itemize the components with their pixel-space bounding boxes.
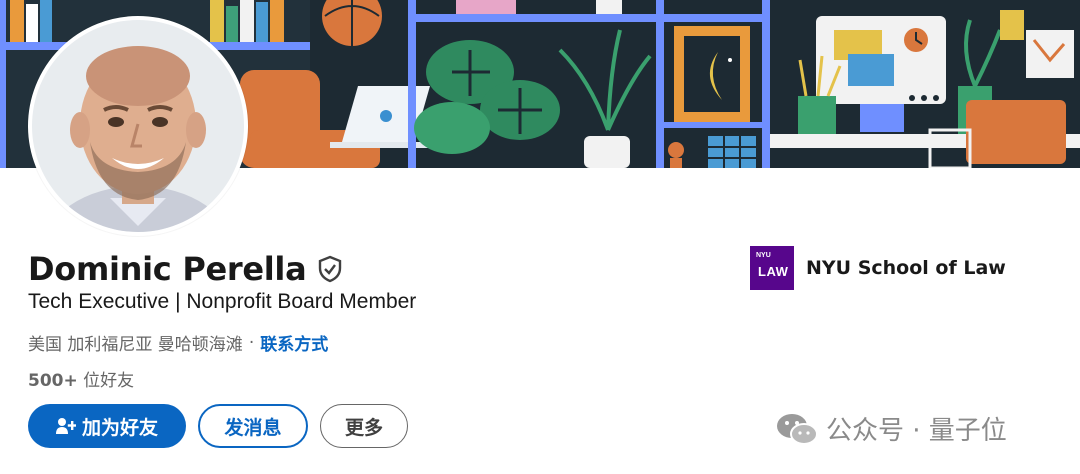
connect-button-label: 加为好友 <box>81 416 158 439</box>
profile-avatar[interactable] <box>28 16 248 236</box>
profile-location: 美国 加利福尼亚 曼哈顿海滩 <box>28 335 243 355</box>
watermark-text: 公众号 · 量子位 <box>826 416 1007 446</box>
wechat-icon <box>776 412 818 446</box>
watermark: 公众号 · 量子位 <box>776 410 1007 447</box>
profile-actions: 加为好友 发消息 更多 <box>28 404 408 448</box>
connect-button[interactable]: 加为好友 <box>28 404 186 448</box>
connections-info[interactable]: 500+ 位好友 <box>28 366 134 391</box>
profile-name: Dominic Perella <box>28 250 307 288</box>
school-logo-top: NYU <box>756 252 771 259</box>
contact-info-link[interactable]: 联系方式 <box>260 330 328 355</box>
location-separator: · <box>248 332 255 353</box>
add-user-icon <box>55 417 77 435</box>
connections-label: 位好友 <box>83 371 135 391</box>
location-row: 美国 加利福尼亚 曼哈顿海滩 · 联系方式 <box>28 330 328 356</box>
profile-name-row: Dominic Perella <box>28 248 344 290</box>
more-button[interactable]: 更多 <box>320 404 408 448</box>
connections-count: 500+ <box>28 371 78 391</box>
school-logo: NYU LAW <box>750 246 794 290</box>
school-logo-text: LAW <box>758 264 789 279</box>
school-name: NYU School of Law <box>806 257 1006 279</box>
education-school-link[interactable]: NYU LAW NYU School of Law <box>750 246 1006 290</box>
avatar-photo <box>32 20 244 232</box>
message-button[interactable]: 发消息 <box>198 404 308 448</box>
shield-check-icon[interactable] <box>316 255 344 283</box>
profile-headline: Tech Executive | Nonprofit Board Member <box>28 290 417 313</box>
